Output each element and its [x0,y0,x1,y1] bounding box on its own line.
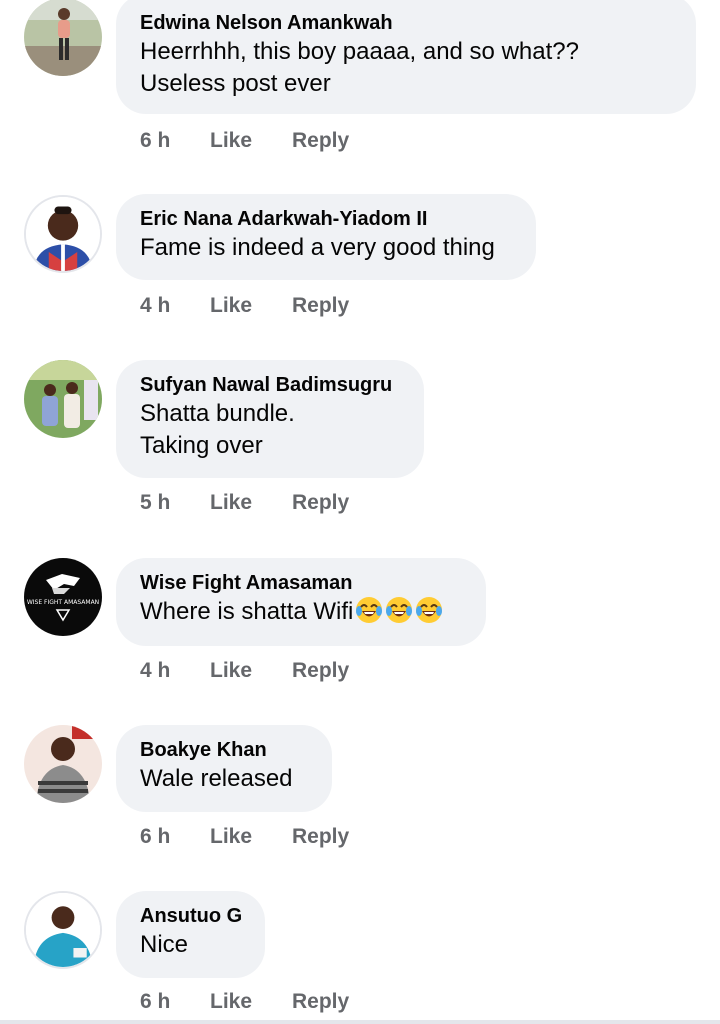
comment-bubble: Edwina Nelson Amankwah Heerrhhh, this bo… [116,0,696,114]
comment-text-line: Fame is indeed a very good thing [140,234,495,261]
comment-bubble: Ansutuo G Nice [116,891,265,978]
comment-bubble: Boakye Khan Wale released [116,725,332,812]
like-button[interactable]: Like [210,491,252,515]
avatar[interactable] [24,195,102,273]
comment-author[interactable]: Sufyan Nawal Badimsugru [140,372,400,398]
reply-button[interactable]: Reply [292,294,349,318]
comment-author[interactable]: Ansutuo G [140,903,242,929]
avatar-photo [24,360,102,438]
reply-button[interactable]: Reply [292,659,349,683]
comment-text-line: Wale released [140,765,293,792]
tears-of-joy-emoji [386,597,413,623]
avatar[interactable] [24,360,102,438]
comment-text-line: Nice [140,931,189,958]
comment-timestamp[interactable]: 4 h [140,294,170,318]
divider [0,1020,720,1024]
comment-timestamp[interactable]: 6 h [140,825,170,849]
comment-author[interactable]: Wise Fight Amasaman [140,570,462,596]
tears-of-joy-emoji [356,597,383,623]
reply-button[interactable]: Reply [292,129,349,153]
comment-timestamp[interactable]: 6 h [140,129,170,153]
avatar-photo [24,0,102,76]
reply-button[interactable]: Reply [292,491,349,515]
avatar-photo [26,197,100,271]
like-button[interactable]: Like [210,659,252,683]
avatar[interactable] [24,725,102,803]
like-button[interactable]: Like [210,129,252,153]
avatar[interactable] [24,0,102,76]
comment-text: Where is shatta Wifi [140,598,354,625]
comment-text-line: Heerrhhh, this boy paaaa, and so what?? [140,38,579,65]
comment-timestamp[interactable]: 5 h [140,491,170,515]
like-button[interactable]: Like [210,990,252,1014]
like-button[interactable]: Like [210,825,252,849]
comment-bubble: Eric Nana Adarkwah-Yiadom II Fame is ind… [116,194,536,280]
avatar[interactable] [24,891,102,969]
comment-timestamp[interactable]: 4 h [140,659,170,683]
logo-text: WISE FIGHT AMASAMAN [27,599,99,606]
comment-timestamp[interactable]: 6 h [140,990,170,1014]
reply-button[interactable]: Reply [292,825,349,849]
comment-bubble: Wise Fight Amasaman Where is shatta Wifi [116,558,486,646]
comment-bubble: Sufyan Nawal Badimsugru Shatta bundle. T… [116,360,424,478]
avatar[interactable]: WISE FIGHT AMASAMAN [24,558,102,636]
reply-button[interactable]: Reply [292,990,349,1014]
comment-text-line: Where is shatta Wifi [140,596,462,628]
comment-author[interactable]: Eric Nana Adarkwah-Yiadom II [140,206,512,232]
comment-text-line: Useless post ever [140,70,331,97]
comments-page: Edwina Nelson Amankwah Heerrhhh, this bo… [0,0,720,1024]
comment-author[interactable]: Boakye Khan [140,737,308,763]
wise-fight-logo: WISE FIGHT AMASAMAN [24,558,102,636]
comment-text-line: Taking over [140,432,263,459]
avatar-photo [26,893,100,967]
comment-text-line: Shatta bundle. [140,400,295,427]
tears-of-joy-emoji [416,597,443,623]
avatar-photo [24,725,102,803]
comment-author[interactable]: Edwina Nelson Amankwah [140,10,672,36]
like-button[interactable]: Like [210,294,252,318]
